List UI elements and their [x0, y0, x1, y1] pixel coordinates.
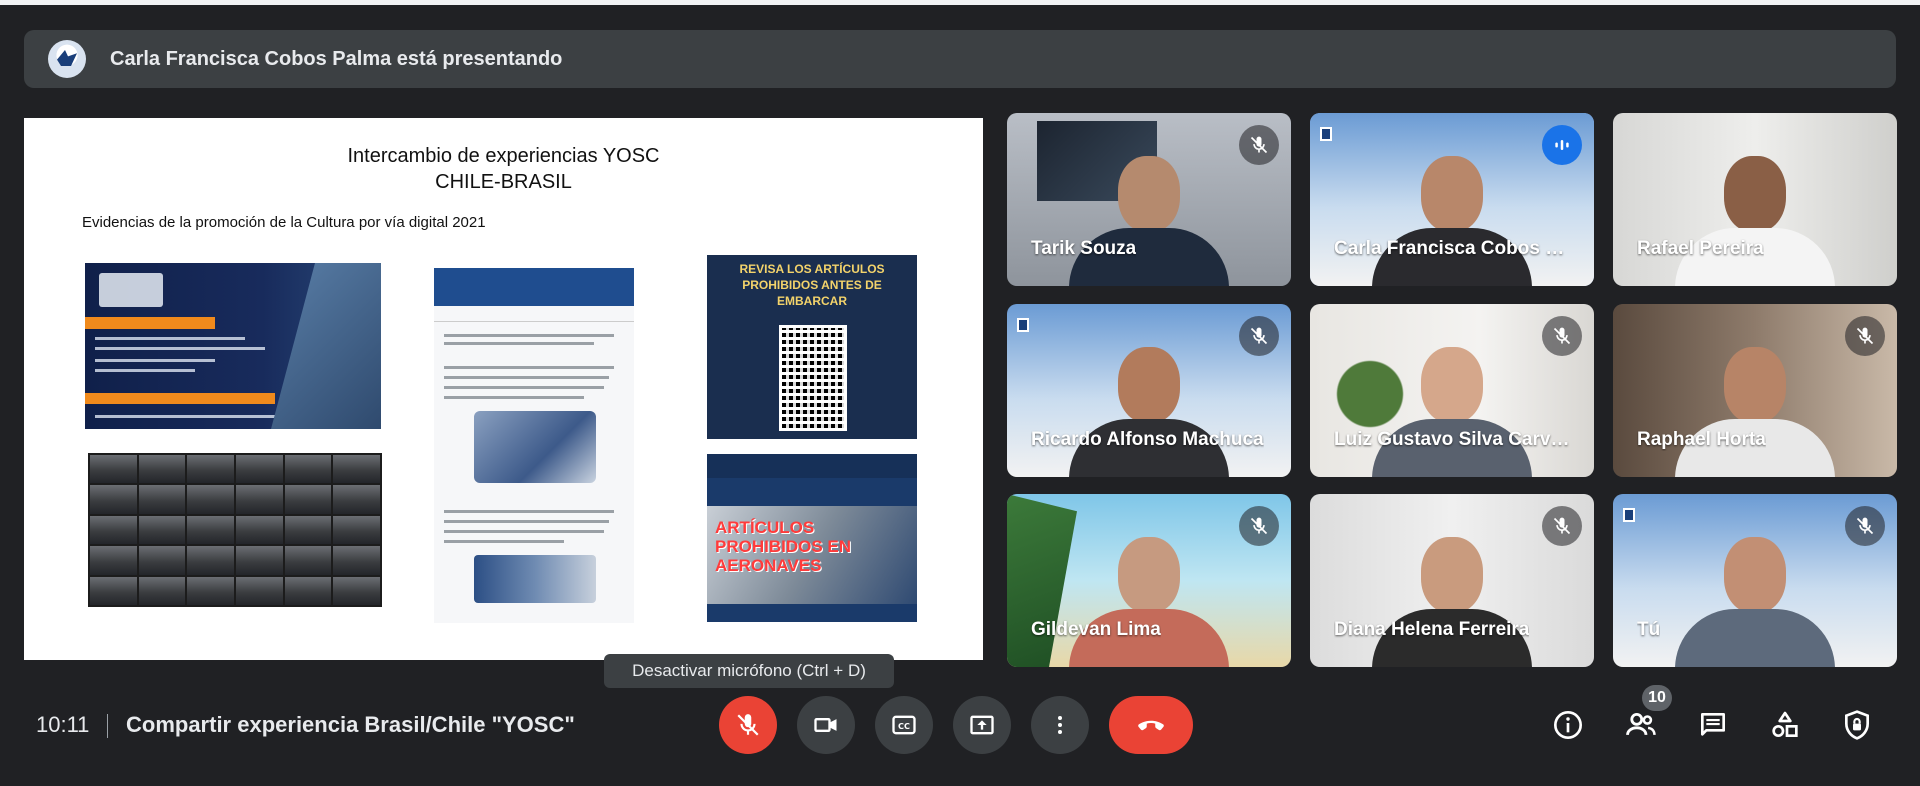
mic-off-icon — [1845, 506, 1885, 546]
more-vertical-icon — [1058, 716, 1062, 734]
mic-off-icon — [1239, 316, 1279, 356]
hang-up-icon — [1138, 720, 1164, 731]
video-call-collage-image — [88, 453, 382, 607]
participant-tile-ricardo-machuca[interactable]: Ricardo Alfonso Machuca — [1007, 304, 1291, 477]
camera-toggle-button[interactable] — [797, 696, 855, 754]
meeting-clock: 10:11 — [36, 712, 90, 737]
closed-captions-icon: CC — [892, 715, 916, 735]
chat-button[interactable] — [1690, 702, 1736, 748]
mic-off-icon — [1845, 316, 1885, 356]
participant-name: Carla Francisca Cobos Palma — [1334, 238, 1574, 259]
mic-off-icon — [1542, 506, 1582, 546]
participant-name: Luiz Gustavo Silva Carvalho — [1334, 429, 1574, 450]
mic-off-icon — [737, 714, 759, 736]
participant-name: Diana Helena Ferreira — [1334, 619, 1530, 640]
participant-name: Tú — [1637, 619, 1661, 640]
participant-name: Ricardo Alfonso Machuca — [1031, 429, 1264, 450]
participant-name: Rafael Pereira — [1637, 238, 1764, 259]
speaking-indicator-icon — [1542, 125, 1582, 165]
participant-name: Tarik Souza — [1031, 238, 1137, 259]
captions-button[interactable]: CC — [875, 696, 933, 754]
camera-icon — [814, 718, 837, 732]
mic-toggle-button[interactable] — [719, 696, 777, 754]
mic-off-icon — [1239, 506, 1279, 546]
participant-tile-diana-ferreira[interactable]: Diana Helena Ferreira — [1310, 494, 1594, 667]
presenter-avatar — [48, 40, 86, 78]
mic-off-icon — [1542, 316, 1582, 356]
participant-count-badge: 10 — [1642, 685, 1672, 711]
participant-name: Gildevan Lima — [1031, 619, 1161, 640]
participant-tile-carla-cobos[interactable]: Carla Francisca Cobos Palma — [1310, 113, 1594, 286]
meeting-details-button[interactable] — [1545, 702, 1591, 748]
participant-tile-gildevan-lima[interactable]: Gildevan Lima — [1007, 494, 1291, 667]
mic-tooltip: Desactivar micrófono (Ctrl + D) — [604, 654, 894, 688]
participant-tile-self[interactable]: Tú — [1613, 494, 1897, 667]
present-to-all-icon — [970, 715, 994, 735]
presenter-label: Carla Francisca Cobos Palma está present… — [110, 47, 563, 70]
participant-tile-rafael-pereira[interactable]: Rafael Pereira — [1613, 113, 1897, 286]
leave-call-button[interactable] — [1109, 696, 1193, 754]
mic-off-icon — [1239, 125, 1279, 165]
info-icon — [1554, 711, 1582, 739]
svg-text:CC: CC — [898, 721, 910, 731]
slide-title: Intercambio de experiencias YOSC CHILE-B… — [347, 145, 660, 193]
window-top-edge — [0, 0, 1920, 5]
participant-tile-tarik-souza[interactable]: Tarik Souza — [1007, 113, 1291, 286]
divider — [107, 714, 108, 738]
host-controls-button[interactable] — [1834, 702, 1880, 748]
participant-name: Raphael Horta — [1637, 429, 1766, 450]
participant-tile-raphael-horta[interactable]: Raphael Horta — [1613, 304, 1897, 477]
prohibited-items-poster-image: ARTÍCULOS PROHIBIDOS EN AERONAVES — [707, 454, 917, 622]
chat-icon — [1701, 713, 1725, 736]
qr-code-poster-image: REVISA LOS ARTÍCULOS PROHIBIDOS ANTES DE… — [707, 255, 917, 439]
shield-lock-icon — [1845, 710, 1869, 740]
more-options-button[interactable] — [1031, 696, 1089, 754]
shared-presentation: Intercambio de experiencias YOSC CHILE-B… — [24, 118, 983, 660]
meeting-title: Compartir experiencia Brasil/Chile "YOSC… — [126, 712, 575, 737]
activities-button[interactable] — [1762, 702, 1808, 748]
twitter-screenshot-image — [434, 268, 634, 623]
shapes-icon — [1772, 711, 1798, 737]
present-screen-button[interactable] — [953, 696, 1011, 754]
people-icon — [1626, 712, 1656, 736]
participant-tile-luiz-carvalho[interactable]: Luiz Gustavo Silva Carvalho — [1310, 304, 1594, 477]
webinar-flyer-image — [85, 263, 381, 429]
presenter-banner: Carla Francisca Cobos Palma está present… — [24, 30, 1896, 88]
slide-subtitle: Evidencias de la promoción de la Cultura… — [82, 214, 486, 231]
